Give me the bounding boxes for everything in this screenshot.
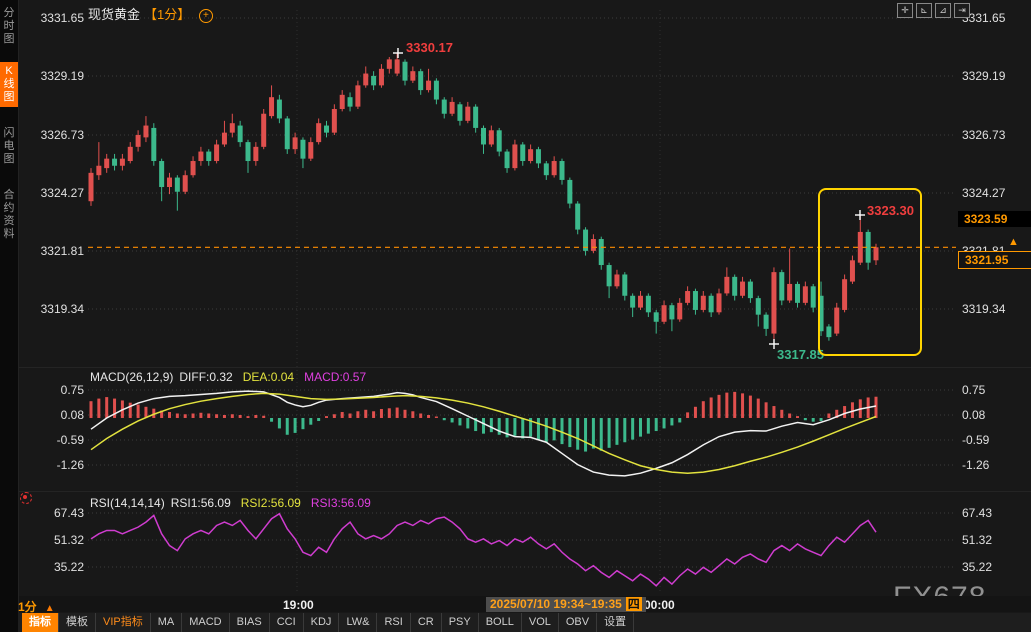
macd-diff-value: DIFF:0.32 <box>179 370 232 384</box>
sidebar-tab-4[interactable]: 合约资料 <box>0 186 18 244</box>
interval-label: 1分 <box>18 600 37 614</box>
macd-dea-value: DEA:0.04 <box>243 370 294 384</box>
y-axis-label: 0.75 <box>962 383 985 397</box>
toolbar-item-VIP指标[interactable]: VIP指标 <box>96 613 151 632</box>
y-axis-label: 3319.34 <box>962 302 1005 316</box>
y-axis-label: 0.08 <box>20 408 84 422</box>
time-label-1900: 19:00 <box>283 598 314 612</box>
y-axis-label: 3331.65 <box>20 11 84 25</box>
tooltip-range: 19:34~19:35 <box>553 597 621 611</box>
rsi-params: RSI(14,14,14) <box>90 496 165 510</box>
y-axis-label: 67.43 <box>20 506 84 520</box>
toolbar-item-设置[interactable]: 设置 <box>597 613 634 632</box>
macd-value: MACD:0.57 <box>304 370 366 384</box>
price-tag-high: 3323.59 <box>958 211 1031 227</box>
price-marker-label: 3317.85 <box>777 347 824 362</box>
time-label-0000: 00:00 <box>644 598 675 612</box>
y-axis-label: 3329.19 <box>962 69 1005 83</box>
y-axis-label: -0.59 <box>962 433 989 447</box>
interval-tag: 【1分】 <box>144 7 190 22</box>
sidebar: 分时图 K线图闪电图合约资料 <box>0 0 19 632</box>
macd-params: MACD(26,12,9) <box>90 370 173 384</box>
toolbar-item-MACD[interactable]: MACD <box>182 613 229 632</box>
y-axis-label: -1.26 <box>962 458 989 472</box>
toolbar-item-CCI[interactable]: CCI <box>270 613 304 632</box>
price-tag-current: 3321.95 <box>958 251 1031 269</box>
toolbar-item-BOLL[interactable]: BOLL <box>479 613 522 632</box>
chart-tool-buttons: ✛⊾⊿⇥ <box>897 3 970 18</box>
record-target-icon <box>20 492 32 504</box>
rsi3-value: RSI3:56.09 <box>311 496 371 510</box>
y-axis-label: 3324.27 <box>962 186 1005 200</box>
toolbar-item-CR[interactable]: CR <box>411 613 442 632</box>
zoom-vertical-axis-icon[interactable]: ⊿ <box>935 3 951 18</box>
panel-separator <box>18 367 1031 368</box>
y-axis-label: 51.32 <box>962 533 992 547</box>
symbol-name: 现货黄金 <box>88 7 140 22</box>
indicator-toolbar: 指标模板VIP指标MAMACDBIASCCIKDJLW&RSICRPSYBOLL… <box>18 613 1031 632</box>
toolbar-item-BIAS[interactable]: BIAS <box>230 613 270 632</box>
y-axis-label: 51.32 <box>20 533 84 547</box>
pan-right-icon[interactable]: ⇥ <box>954 3 970 18</box>
y-axis-label: 3329.19 <box>20 69 84 83</box>
y-axis-label: 0.08 <box>962 408 985 422</box>
y-axis-label: -0.59 <box>20 433 84 447</box>
toolbar-item-LW&[interactable]: LW& <box>339 613 377 632</box>
y-axis-label: 3321.81 <box>20 244 84 258</box>
chart-title: 现货黄金【1分】 + <box>88 4 213 23</box>
rsi-header: RSI(14,14,14) RSI1:56.09 RSI2:56.09 RSI3:56… <box>90 496 381 510</box>
sidebar-tab-2[interactable]: K线图 <box>0 62 18 107</box>
y-axis-label: 35.22 <box>962 560 992 574</box>
rsi2-value: RSI2:56.09 <box>241 496 301 510</box>
time-range-tooltip: 2025/07/10 19:34~19:35 四 <box>486 597 646 612</box>
trading-app-window: 分时图 K线图闪电图合约资料 现货黄金【1分】 + ✛⊾⊿⇥ MACD(26,12… <box>0 0 1031 632</box>
toolbar-item-RSI[interactable]: RSI <box>377 613 410 632</box>
zoom-horizontal-axis-icon[interactable]: ⊾ <box>916 3 932 18</box>
toolbar-item-模板[interactable]: 模板 <box>59 613 96 632</box>
move-crosshair-icon[interactable]: ✛ <box>897 3 913 18</box>
y-axis-label: 3326.73 <box>20 128 84 142</box>
toolbar-item-KDJ[interactable]: KDJ <box>304 613 340 632</box>
toolbar-item-指标[interactable]: 指标 <box>22 613 59 632</box>
toolbar-item-VOL[interactable]: VOL <box>522 613 559 632</box>
circle-plus-icon[interactable]: + <box>199 9 213 23</box>
sidebar-tab-3[interactable]: 闪电图 <box>0 124 18 169</box>
y-axis-label: 67.43 <box>962 506 992 520</box>
y-axis-label: 0.75 <box>20 383 84 397</box>
toolbar-item-OBV[interactable]: OBV <box>559 613 597 632</box>
y-axis-label: 3324.27 <box>20 186 84 200</box>
macd-header: MACD(26,12,9) DIFF:0.32 DEA:0.04 MACD:0.57 <box>90 370 376 384</box>
y-axis-label: 3319.34 <box>20 302 84 316</box>
toolbar-item-PSY[interactable]: PSY <box>442 613 479 632</box>
highlight-annotation-box[interactable] <box>818 188 922 356</box>
price-marker-label: 3330.17 <box>406 40 453 55</box>
toolbar-item-MA[interactable]: MA <box>151 613 183 632</box>
panel-separator <box>18 491 1031 492</box>
sidebar-tab-1[interactable]: 分时图 <box>0 4 18 49</box>
rsi1-value: RSI1:56.09 <box>171 496 231 510</box>
y-axis-label: -1.26 <box>20 458 84 472</box>
y-axis-label: 35.22 <box>20 560 84 574</box>
tooltip-date: 2025/07/10 <box>490 597 550 611</box>
price-up-arrow-icon: ▲ <box>1008 236 1019 248</box>
tooltip-weekday: 四 <box>626 597 642 611</box>
y-axis-label: 3326.73 <box>962 128 1005 142</box>
